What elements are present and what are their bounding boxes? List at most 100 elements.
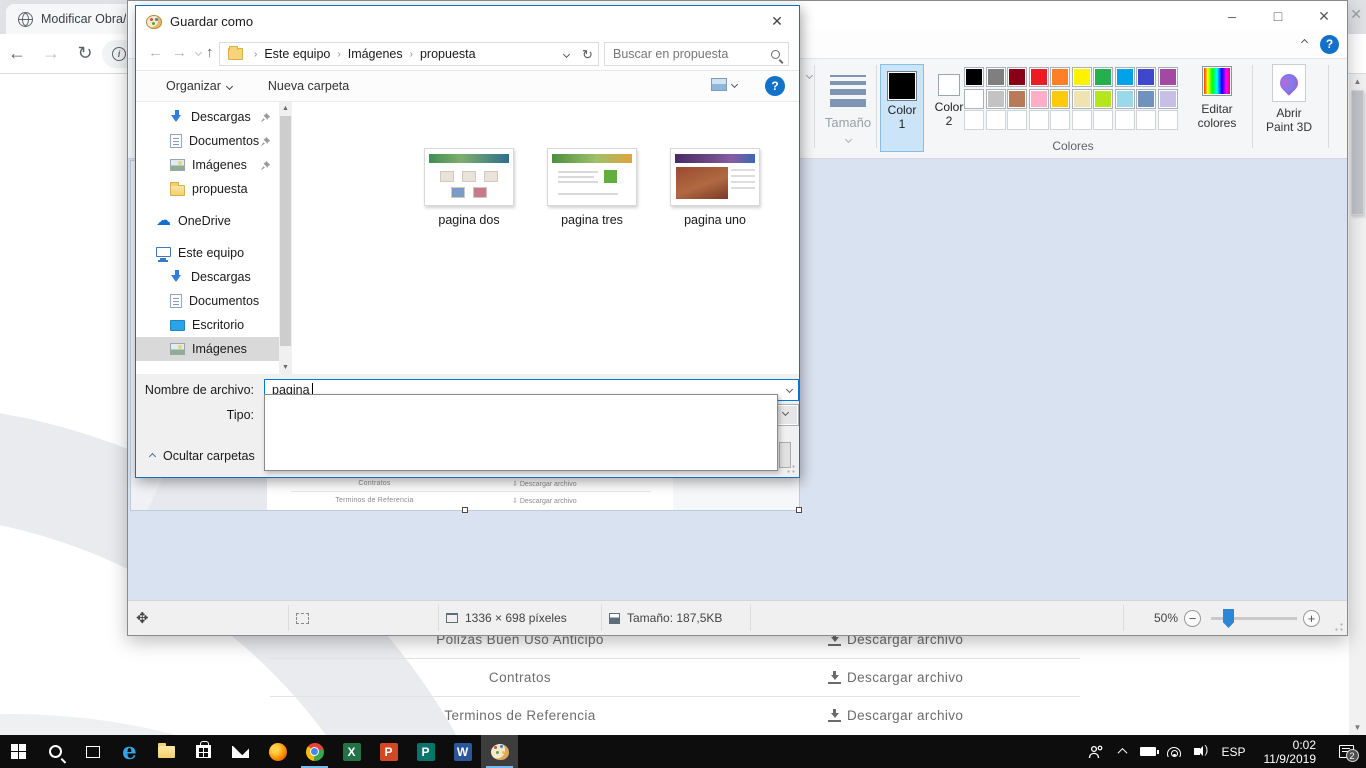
taskbar-excel[interactable]: X (333, 735, 370, 768)
file-pagina-tres[interactable]: pagina tres (537, 148, 647, 227)
sidebar-item-imagenes[interactable]: Imágenes (136, 153, 279, 177)
nav-up-icon[interactable]: ↑ (206, 44, 214, 61)
palette-swatch[interactable] (1115, 89, 1135, 109)
filename-dropdown-icon[interactable] (786, 386, 793, 393)
close-button[interactable]: ✕ (1301, 1, 1347, 31)
palette-swatch[interactable] (1050, 67, 1070, 87)
sidebar-item-descargas[interactable]: Descargas (136, 105, 279, 129)
scroll-up-icon[interactable]: ▲ (1349, 74, 1366, 89)
palette-swatch[interactable] (1007, 89, 1027, 109)
scrollbar-thumb[interactable] (280, 116, 291, 346)
file-pagina-uno[interactable]: pagina uno (660, 148, 770, 227)
refresh-button[interactable]: ↻ (577, 42, 599, 66)
palette-swatch[interactable] (1007, 110, 1027, 130)
palette-swatch[interactable] (986, 67, 1006, 87)
breadcrumb-item[interactable]: Imágenes (348, 47, 403, 61)
nav-back-icon[interactable]: ← (148, 44, 163, 61)
palette-swatch[interactable] (1158, 67, 1178, 87)
language-indicator[interactable]: ESP (1213, 745, 1253, 759)
palette-swatch[interactable] (1115, 110, 1135, 130)
volume-icon[interactable] (1187, 735, 1213, 768)
back-icon[interactable]: ← (0, 43, 34, 64)
scrollbar-thumb[interactable] (1351, 90, 1364, 215)
palette-swatch[interactable] (1093, 89, 1113, 109)
palette-swatch[interactable] (1136, 67, 1156, 87)
taskbar-paint[interactable] (481, 735, 518, 768)
taskbar-word[interactable]: W (444, 735, 481, 768)
palette-swatch[interactable] (1050, 89, 1070, 109)
canvas-resize-handle-corner[interactable] (796, 507, 802, 513)
taskbar-publisher[interactable]: P (407, 735, 444, 768)
page-scrollbar[interactable]: ▲ ▼ (1349, 74, 1366, 735)
new-folder-button[interactable]: Nueva carpeta (268, 79, 349, 93)
window-resize-grip[interactable] (1332, 620, 1344, 632)
nav-forward-icon[interactable]: → (172, 44, 187, 61)
info-icon[interactable]: i (112, 47, 126, 61)
view-mode-button[interactable] (711, 78, 737, 91)
clock[interactable]: 0:02 11/9/2019 (1254, 738, 1327, 766)
taskbar-edge[interactable]: e (111, 735, 148, 768)
taskbar-mail[interactable] (222, 735, 259, 768)
chrome-close-icon[interactable]: ✕ (1350, 6, 1362, 23)
maximize-button[interactable]: □ (1255, 1, 1301, 31)
palette-swatch[interactable] (964, 110, 984, 130)
palette-swatch[interactable] (1050, 110, 1070, 130)
download-link[interactable]: Descargar archivo (828, 670, 963, 685)
search-box[interactable]: Buscar en propuesta (604, 42, 789, 66)
palette-swatch[interactable] (1029, 110, 1049, 130)
people-icon[interactable] (1083, 735, 1109, 768)
palette-swatch[interactable] (1136, 110, 1156, 130)
filename-autocomplete-panel[interactable] (264, 394, 778, 471)
breadcrumb-item[interactable]: Este equipo (264, 47, 330, 61)
hidden-dropdown-icon[interactable] (806, 72, 813, 79)
taskbar-store[interactable] (185, 735, 222, 768)
battery-icon[interactable] (1135, 735, 1161, 768)
palette-swatch[interactable] (986, 110, 1006, 130)
taskbar-file-explorer[interactable] (148, 735, 185, 768)
forward-icon[interactable]: → (34, 43, 68, 64)
sidebar-item-onedrive[interactable]: ☁ OneDrive (136, 209, 279, 233)
sidebar-item-este-equipo[interactable]: Este equipo (136, 241, 279, 265)
edit-colors-button[interactable]: Editar colores (1186, 64, 1248, 154)
minimize-button[interactable]: – (1209, 1, 1255, 31)
organize-button[interactable]: Organizar (166, 79, 232, 93)
start-button[interactable] (0, 735, 37, 768)
taskbar-firefox[interactable] (259, 735, 296, 768)
zoom-slider-thumb[interactable] (1223, 609, 1234, 628)
task-view-button[interactable] (74, 735, 111, 768)
zoom-out-button[interactable]: − (1184, 601, 1201, 635)
sidebar-item-propuesta[interactable]: propuesta (136, 177, 279, 201)
palette-swatch[interactable] (1093, 67, 1113, 87)
file-pagina-dos[interactable]: pagina dos (414, 148, 524, 227)
sidebar-item-descargas-pc[interactable]: Descargas (136, 265, 279, 289)
color1-button[interactable]: Color 1 (880, 64, 924, 152)
palette-swatch[interactable] (1007, 67, 1027, 87)
tray-overflow-icon[interactable] (1109, 735, 1135, 768)
palette-swatch[interactable] (964, 89, 984, 109)
paint-help-button[interactable]: ? (1320, 35, 1339, 54)
taskbar-powerpoint[interactable]: P (370, 735, 407, 768)
palette-swatch[interactable] (1093, 110, 1113, 130)
sidebar-item-documentos[interactable]: Documentos (136, 129, 279, 153)
breadcrumb-dropdown-icon[interactable] (563, 50, 570, 57)
scroll-down-icon[interactable]: ▼ (279, 361, 292, 374)
wifi-icon[interactable] (1161, 735, 1187, 768)
breadcrumb[interactable]: › Este equipo › Imágenes › propuesta (219, 42, 578, 66)
canvas-resize-handle-bottom[interactable] (462, 507, 468, 513)
nav-history-icon[interactable] (195, 49, 202, 56)
collapse-ribbon-icon[interactable] (1301, 39, 1308, 46)
sidebar-scrollbar[interactable]: ▲ ▼ (279, 102, 292, 374)
size-button[interactable]: Tamaño (818, 65, 878, 153)
taskbar-search-button[interactable] (37, 735, 74, 768)
breadcrumb-item[interactable]: propuesta (420, 47, 476, 61)
palette-swatch[interactable] (1115, 67, 1135, 87)
scroll-down-icon[interactable]: ▼ (1349, 720, 1366, 735)
sidebar-item-escritorio[interactable]: Escritorio (136, 313, 279, 337)
palette-swatch[interactable] (964, 67, 984, 87)
palette-swatch[interactable] (1029, 67, 1049, 87)
hide-folders-button[interactable]: Ocultar carpetas (150, 449, 255, 463)
palette-swatch[interactable] (1072, 110, 1092, 130)
filetype-dropdown-button[interactable] (777, 406, 797, 424)
palette-swatch[interactable] (1029, 89, 1049, 109)
palette-swatch[interactable] (1158, 110, 1178, 130)
